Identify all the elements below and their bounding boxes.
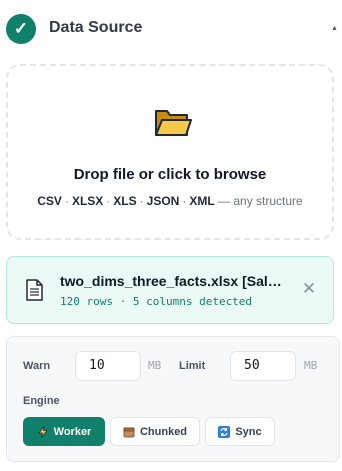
file-name: two_dims_three_facts.xlsx [Sal…: [60, 273, 282, 289]
settings-panel: Warn 10 MB Limit 50 MB Engine Worker Chu…: [6, 336, 340, 462]
selected-file-card: two_dims_three_facts.xlsx [Sal… 120 rows…: [6, 256, 334, 324]
file-dropzone[interactable]: Drop file or click to browse CSV · XLSX · XL…: [6, 64, 334, 240]
lightning-icon: [38, 425, 48, 438]
folder-icon: [155, 110, 192, 136]
engine-chunked-label: Chunked: [139, 425, 188, 438]
warn-size-input[interactable]: 10: [75, 351, 141, 381]
format-json: JSON: [146, 194, 180, 208]
engine-worker-button[interactable]: Worker: [23, 417, 105, 446]
dropzone-headline: Drop file or click to browse: [73, 166, 267, 183]
format-xml: XML: [189, 194, 215, 208]
close-icon[interactable]: ✕: [300, 280, 318, 298]
formats-suffix: — any structure: [218, 194, 303, 208]
check-icon: ✓: [6, 14, 36, 44]
limit-label: Limit: [179, 360, 206, 372]
package-icon: [123, 427, 135, 437]
section-header[interactable]: ✓ Data Source ▲: [0, 0, 342, 58]
section-title: Data Source: [49, 19, 143, 36]
collapse-caret-icon[interactable]: ▲: [331, 25, 338, 32]
limit-unit: MB: [304, 359, 318, 372]
engine-label: Engine: [23, 395, 60, 407]
engine-chunked-button[interactable]: Chunked: [110, 417, 200, 446]
supported-formats: CSV · XLSX · XLS · JSON · XML — any structure: [37, 194, 303, 208]
engine-worker-label: Worker: [53, 425, 92, 438]
warn-unit: MB: [148, 359, 162, 372]
engine-sync-button[interactable]: Sync: [205, 417, 275, 446]
format-xlsx: XLSX: [71, 194, 104, 208]
engine-sync-label: Sync: [235, 425, 262, 438]
file-meta: 120 rows · 5 columns detected: [60, 295, 253, 308]
sync-icon: [218, 425, 231, 438]
limit-size-input[interactable]: 50: [230, 351, 296, 381]
format-xls: XLS: [113, 194, 137, 208]
document-icon: [26, 279, 43, 301]
warn-label: Warn: [23, 360, 51, 372]
format-csv: CSV: [37, 194, 62, 208]
